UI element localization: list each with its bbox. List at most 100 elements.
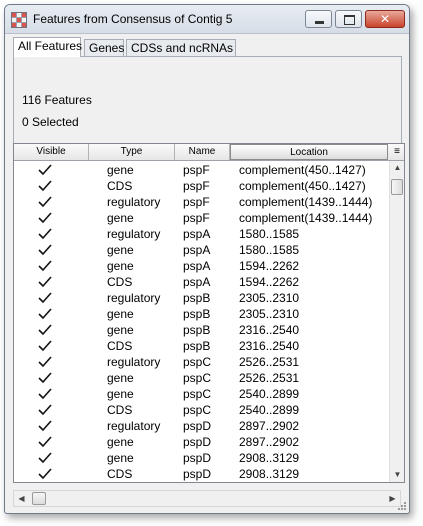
type-cell: CDS	[107, 467, 133, 481]
vertical-scrollbar[interactable]: ▲ ▼	[389, 161, 404, 482]
location-cell: 2305..2310	[239, 307, 300, 321]
scroll-up-icon[interactable]: ▲	[390, 161, 404, 175]
name-cell: pspF	[183, 163, 210, 177]
type-cell: gene	[107, 387, 134, 401]
location-cell: 1580..1585	[239, 243, 300, 257]
scroll-left-icon[interactable]: ◀	[14, 491, 29, 506]
location-cell: complement(1439..1444)	[239, 195, 373, 209]
table-row[interactable]: gene pspC 2540..2899	[14, 386, 388, 402]
table-row[interactable]: gene pspA 1594..2262	[14, 258, 388, 274]
title-bar[interactable]: Features from Consensus of Contig 5 ✕	[5, 5, 409, 34]
table-row[interactable]: gene pspB 2305..2310	[14, 306, 388, 322]
location-cell: 2316..2540	[239, 323, 300, 337]
type-cell: CDS	[107, 275, 133, 289]
horizontal-scrollbar[interactable]: ◀ ▶	[13, 490, 401, 507]
location-cell: 2526..2531	[239, 355, 300, 369]
table-body: gene pspF complement(450..1427) CDS pspF comp…	[14, 162, 388, 482]
name-cell: pspD	[183, 435, 212, 449]
name-cell: pspB	[183, 307, 211, 321]
table-row[interactable]: regulatory pspB 2305..2310	[14, 290, 388, 306]
table-row[interactable]: gene pspD 2897..2902	[14, 434, 388, 450]
type-cell: regulatory	[107, 195, 161, 209]
close-icon: ✕	[379, 12, 391, 26]
column-menu-icon[interactable]: ≡	[390, 144, 404, 160]
table-row[interactable]: CDS pspC 2540..2899	[14, 402, 388, 418]
type-cell: CDS	[107, 403, 133, 417]
table-row[interactable]: regulatory pspA 1580..1585	[14, 226, 388, 242]
minimize-button[interactable]	[305, 10, 332, 28]
selected-count: 0 Selected	[22, 115, 79, 129]
column-header-type[interactable]: Type	[89, 144, 175, 160]
table-row[interactable]: CDS pspB 2316..2540	[14, 338, 388, 354]
tab-all-features[interactable]: All Features	[13, 37, 82, 57]
type-cell: regulatory	[107, 355, 161, 369]
table-row[interactable]: regulatory pspC 2526..2531	[14, 354, 388, 370]
table-row[interactable]: CDS pspD 2908..3129	[14, 466, 388, 482]
type-cell: regulatory	[107, 419, 161, 433]
close-button[interactable]: ✕	[365, 10, 405, 28]
location-cell: complement(1439..1444)	[239, 211, 373, 225]
resize-grip-icon[interactable]	[397, 501, 407, 511]
type-cell: gene	[107, 435, 134, 449]
location-cell: 2908..3129	[239, 451, 300, 465]
app-grid-icon	[11, 12, 27, 28]
column-header-visible[interactable]: Visible	[14, 144, 89, 160]
table-row[interactable]: gene pspF complement(450..1427)	[14, 162, 388, 178]
table-row[interactable]: gene pspF complement(1439..1444)	[14, 210, 388, 226]
table-header: Visible Type Name Location ≡	[14, 144, 404, 161]
location-cell: 2908..3129	[239, 467, 300, 481]
table-row[interactable]: gene pspB 2316..2540	[14, 322, 388, 338]
table-row[interactable]: gene pspA 1580..1585	[14, 242, 388, 258]
name-cell: pspD	[183, 467, 212, 481]
location-cell: 1580..1585	[239, 227, 300, 241]
name-cell: pspC	[183, 355, 212, 369]
name-cell: pspB	[183, 291, 211, 305]
name-cell: pspC	[183, 371, 212, 385]
type-cell: gene	[107, 163, 134, 177]
location-cell: 2897..2902	[239, 419, 300, 433]
maximize-button[interactable]	[335, 10, 362, 28]
name-cell: pspD	[183, 419, 212, 433]
location-cell: complement(450..1427)	[239, 179, 366, 193]
name-cell: pspA	[183, 275, 211, 289]
type-cell: CDS	[107, 179, 133, 193]
name-cell: pspF	[183, 195, 210, 209]
type-cell: gene	[107, 243, 134, 257]
name-cell: pspF	[183, 211, 210, 225]
location-cell: 2540..2899	[239, 387, 300, 401]
scroll-down-icon[interactable]: ▼	[390, 468, 404, 482]
features-window: Features from Consensus of Contig 5 ✕ Al…	[4, 4, 410, 514]
name-cell: pspA	[183, 227, 211, 241]
column-header-location[interactable]: Location	[230, 144, 388, 160]
vertical-scroll-thumb[interactable]	[391, 179, 403, 195]
table-row[interactable]: regulatory pspF complement(1439..1444)	[14, 194, 388, 210]
location-cell: 2526..2531	[239, 371, 300, 385]
type-cell: gene	[107, 259, 134, 273]
table-row[interactable]: gene pspC 2526..2531	[14, 370, 388, 386]
type-cell: gene	[107, 451, 134, 465]
summary-panel: 116 Features 0 Selected	[13, 56, 402, 148]
table-row[interactable]: regulatory pspD 2897..2902	[14, 418, 388, 434]
window-title: Features from Consensus of Contig 5	[33, 12, 233, 26]
location-cell: 1594..2262	[239, 259, 300, 273]
table-row[interactable]: CDS pspA 1594..2262	[14, 274, 388, 290]
column-header-name[interactable]: Name	[175, 144, 230, 160]
name-cell: pspA	[183, 243, 211, 257]
name-cell: pspC	[183, 387, 212, 401]
type-cell: gene	[107, 307, 134, 321]
location-cell: complement(450..1427)	[239, 163, 366, 177]
table-row[interactable]: gene pspD 2908..3129	[14, 450, 388, 466]
location-cell: 2305..2310	[239, 291, 300, 305]
location-cell: 1594..2262	[239, 275, 300, 289]
table-row[interactable]: CDS pspF complement(450..1427)	[14, 178, 388, 194]
tab-cds-and-ncrnas[interactable]: CDSs and ncRNAs	[126, 39, 236, 56]
location-cell: 2897..2902	[239, 435, 300, 449]
feature-count: 116 Features	[22, 93, 92, 107]
horizontal-scroll-thumb[interactable]	[32, 492, 46, 505]
location-cell: 2540..2899	[239, 403, 300, 417]
name-cell: pspB	[183, 339, 211, 353]
tab-genes[interactable]: Genes	[84, 39, 124, 56]
name-cell: pspA	[183, 259, 211, 273]
name-cell: pspC	[183, 403, 212, 417]
features-table: Visible Type Name Location ≡ gene pspF com…	[13, 143, 405, 483]
